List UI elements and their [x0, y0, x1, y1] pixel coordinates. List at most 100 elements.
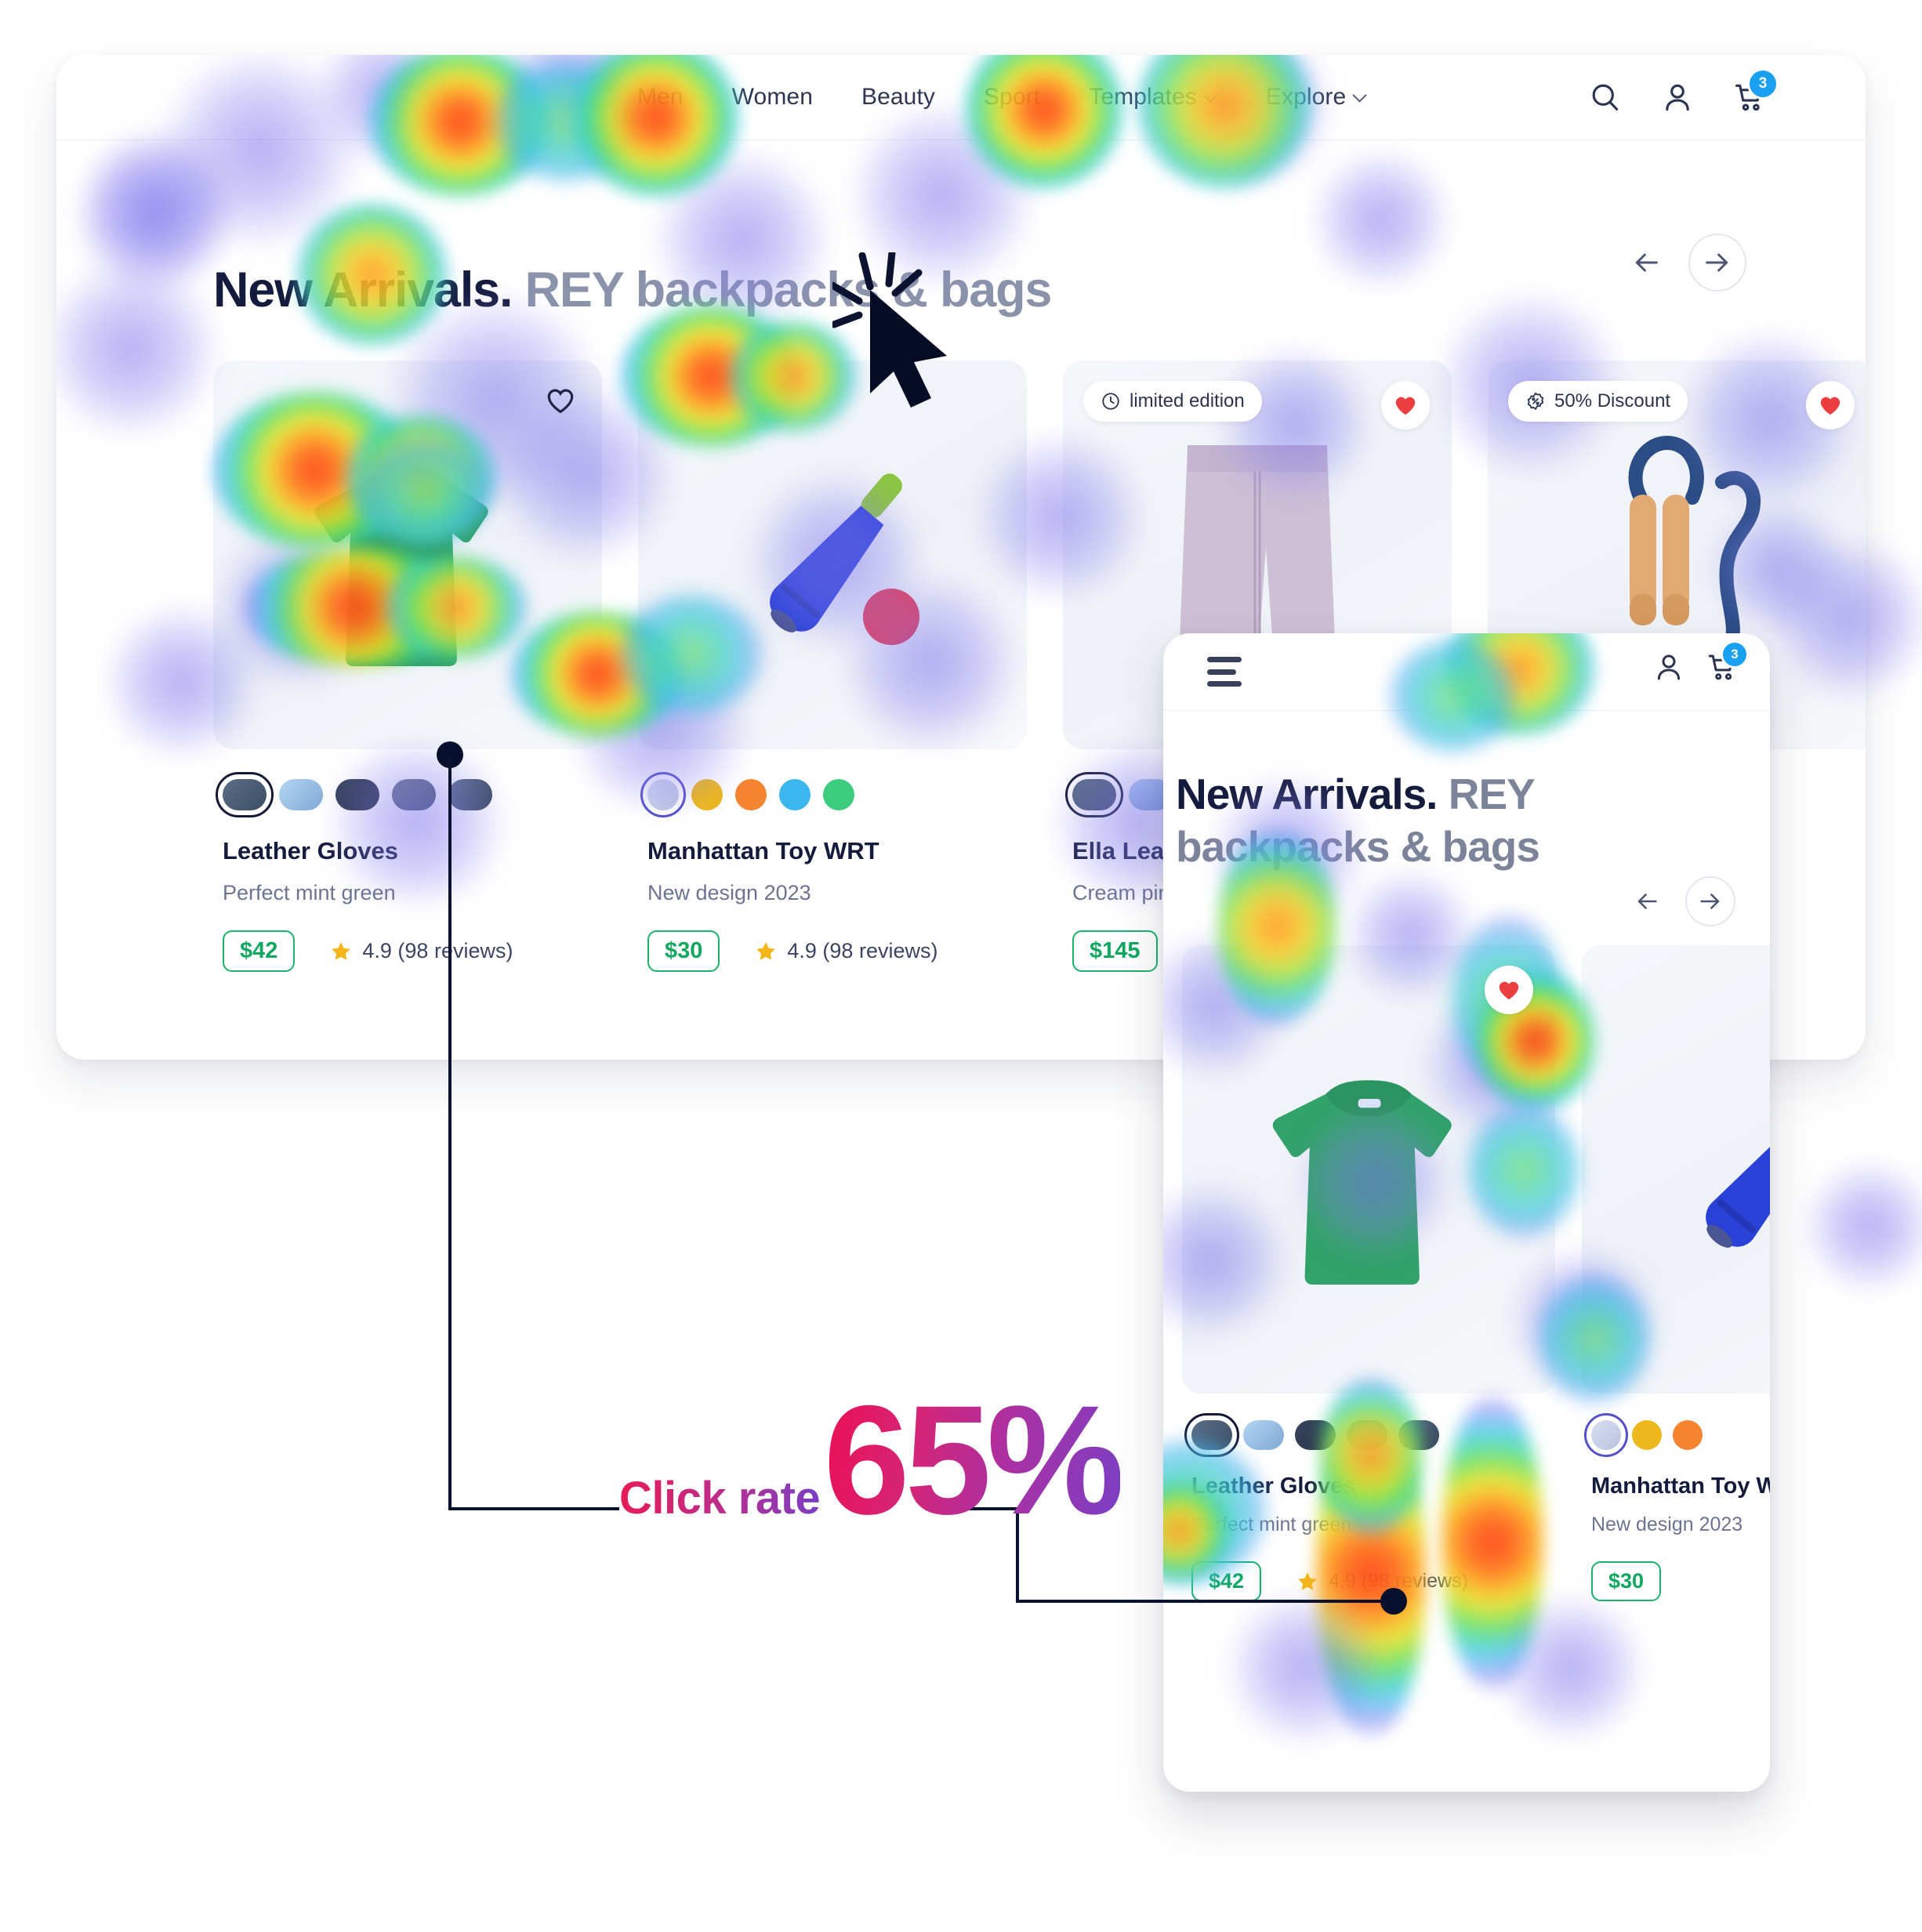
- product-price: $42: [223, 930, 296, 972]
- mobile-product-carousel: Leather Gloves Perfect mint green $42 4.…: [1182, 945, 1770, 1601]
- clock-icon: [1102, 393, 1119, 410]
- product-image[interactable]: [213, 361, 602, 749]
- toy-bat-illustration: [1706, 1121, 1770, 1249]
- hamburger-icon[interactable]: [1207, 657, 1242, 687]
- swatch-option[interactable]: [691, 779, 723, 810]
- badge-label: limited edition: [1130, 390, 1245, 411]
- color-swatches: [213, 772, 602, 817]
- color-swatches: [1182, 1413, 1555, 1457]
- swatch-option[interactable]: [823, 779, 854, 810]
- product-description: New design 2023: [647, 881, 811, 904]
- nav-label: Women: [731, 84, 813, 110]
- product-description: Perfect mint green: [223, 881, 396, 904]
- product-rating: 4.9 (98 reviews): [1296, 1570, 1468, 1593]
- mobile-carousel-next-button[interactable]: [1685, 876, 1735, 926]
- rating-text: 4.9 (98 reviews): [362, 939, 513, 962]
- product-name: Leather Gloves: [1191, 1473, 1356, 1499]
- rating-text: 4.9 (98 reviews): [787, 939, 938, 962]
- cart-count-badge: 3: [1750, 71, 1776, 97]
- star-icon: [756, 941, 776, 960]
- swatch-option[interactable]: [1673, 1420, 1703, 1450]
- nav-label: Sport: [984, 84, 1041, 110]
- color-swatches: [638, 772, 1027, 817]
- mobile-page-title: New Arrivals. REY backpacks & bags: [1176, 768, 1677, 873]
- favorite-outline-icon[interactable]: [544, 384, 577, 417]
- product-price: $145: [1072, 930, 1158, 972]
- product-card[interactable]: Leather Gloves Perfect mint green $42 4.…: [1182, 945, 1555, 1601]
- swatch-option[interactable]: [1584, 1413, 1628, 1457]
- swatch-option[interactable]: [216, 772, 274, 817]
- mobile-carousel-controls: [1627, 876, 1735, 926]
- product-card[interactable]: Manhattan Toy WRT New design 2023 $30 4.…: [638, 361, 1027, 972]
- nav-label: Men: [637, 84, 684, 110]
- click-rate-value: 65%: [823, 1373, 1125, 1546]
- user-icon[interactable]: [1652, 651, 1685, 683]
- topbar-actions: 3: [1588, 55, 1776, 140]
- carousel-prev-button[interactable]: [1624, 241, 1668, 285]
- swatch-option[interactable]: [448, 779, 492, 810]
- nav-item-sport[interactable]: Sport: [959, 84, 1064, 111]
- product-image[interactable]: [638, 361, 1027, 749]
- cart-count-badge: 3: [1723, 643, 1746, 666]
- nav-item-women[interactable]: Women: [708, 84, 837, 111]
- product-card[interactable]: Manhattan Toy WRT New design 2023 $30: [1582, 945, 1770, 1601]
- toy-bat-illustration: [770, 473, 919, 645]
- favorite-filled-icon: [1820, 397, 1840, 415]
- swatch-option[interactable]: [1347, 1420, 1387, 1450]
- nav-label: Explore: [1265, 84, 1347, 110]
- swatch-option[interactable]: [640, 772, 686, 817]
- product-price: $30: [1591, 1561, 1662, 1601]
- discount-icon: [1527, 392, 1544, 411]
- swatch-option[interactable]: [735, 779, 767, 810]
- product-image[interactable]: [1182, 945, 1555, 1394]
- swatch-option[interactable]: [1243, 1420, 1284, 1450]
- color-swatches: [1582, 1413, 1770, 1457]
- chevron-down-icon: [1354, 89, 1366, 101]
- mobile-preview-card: 3 New Arrivals. REY backpacks & bags Lea…: [1163, 633, 1770, 1792]
- product-footer: $42 4.9 (98 reviews): [1182, 1561, 1555, 1601]
- swatch-option[interactable]: [1065, 772, 1123, 817]
- swatch-option[interactable]: [1398, 1420, 1439, 1450]
- product-footer: $30: [1582, 1561, 1770, 1601]
- page-title-strong: New Arrivals.: [213, 263, 513, 318]
- mobile-carousel-prev-button[interactable]: [1627, 882, 1666, 921]
- sweater-illustration: [1272, 1080, 1452, 1285]
- favorite-button[interactable]: [1806, 381, 1855, 430]
- product-name: Manhattan Toy WRT: [1591, 1473, 1770, 1499]
- search-icon[interactable]: [1588, 80, 1623, 114]
- product-price: $42: [1191, 1561, 1262, 1601]
- carousel-controls: [1624, 234, 1746, 292]
- favorite-button[interactable]: [1485, 966, 1533, 1014]
- product-name: Leather Gloves: [223, 837, 398, 865]
- rating-text: 4.9 (98 reviews): [1329, 1570, 1468, 1592]
- product-footer: $30 4.9 (98 reviews): [638, 930, 1027, 972]
- swatch-option[interactable]: [1632, 1420, 1662, 1450]
- favorite-button[interactable]: [1381, 381, 1430, 430]
- swatch-option[interactable]: [1184, 1413, 1239, 1457]
- product-card[interactable]: Leather Gloves Perfect mint green $42 4.…: [213, 361, 602, 972]
- swatch-option[interactable]: [392, 779, 436, 810]
- carousel-next-button[interactable]: [1688, 234, 1746, 292]
- chevron-down-icon: [1205, 89, 1217, 101]
- product-image[interactable]: [1582, 945, 1770, 1394]
- product-description: Perfect mint green: [1191, 1513, 1352, 1535]
- main-nav: Men Women Beauty Sport Templates Explore: [613, 55, 1391, 140]
- cart-icon[interactable]: 3: [1732, 71, 1776, 114]
- click-cursor: [832, 252, 947, 408]
- cart-icon[interactable]: 3: [1706, 643, 1746, 683]
- nav-item-beauty[interactable]: Beauty: [837, 84, 959, 111]
- swatch-option[interactable]: [1295, 1420, 1336, 1450]
- badge-label: 50% Discount: [1554, 390, 1671, 411]
- user-icon[interactable]: [1660, 80, 1695, 114]
- nav-label: Templates: [1089, 84, 1197, 110]
- nav-item-men[interactable]: Men: [613, 84, 708, 111]
- mobile-topbar-actions: 3: [1652, 643, 1746, 683]
- nav-item-explore[interactable]: Explore: [1242, 84, 1391, 111]
- swatch-option[interactable]: [779, 779, 811, 810]
- product-rating: 4.9 (98 reviews): [754, 939, 937, 963]
- swatch-option[interactable]: [335, 779, 379, 810]
- swatch-option[interactable]: [279, 779, 323, 810]
- product-rating: 4.9 (98 reviews): [329, 939, 513, 963]
- star-icon: [1298, 1571, 1317, 1590]
- nav-item-templates[interactable]: Templates: [1064, 84, 1242, 111]
